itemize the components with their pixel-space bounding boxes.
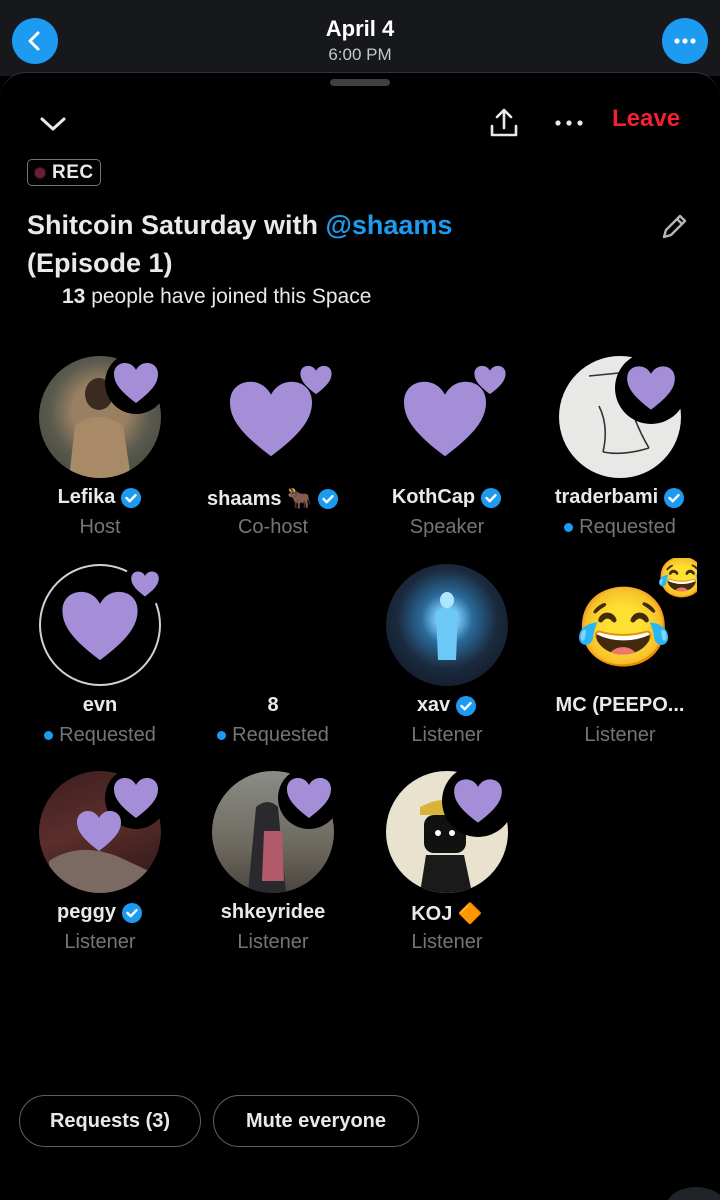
avatar xyxy=(386,765,514,893)
avatar: 😂 😂 xyxy=(559,558,697,686)
requested-dot-icon xyxy=(44,731,54,740)
heart-reaction-icon xyxy=(114,363,158,403)
recording-badge: REC xyxy=(27,159,101,186)
participant-lefika[interactable]: Lefika Host xyxy=(13,352,187,556)
heart-reaction-icon xyxy=(287,778,331,818)
participant-name: KOJ 🔶 xyxy=(411,903,483,925)
participant-peggy[interactable]: peggy Listener xyxy=(13,767,187,971)
mute-everyone-button[interactable]: Mute everyone xyxy=(213,1095,419,1147)
participant-role: Host xyxy=(79,516,121,538)
collapse-chevron-icon xyxy=(40,117,66,131)
requested-dot-icon xyxy=(217,731,227,740)
participant-shkeyridee[interactable]: shkeyridee Listener xyxy=(186,767,360,971)
requested-dot-icon xyxy=(564,523,574,532)
space-title: Shitcoin Saturday with @shaams (Episode … xyxy=(27,206,627,282)
requests-button[interactable]: Requests (3) xyxy=(19,1095,201,1147)
participant-role: Requested xyxy=(533,516,707,539)
participant-traderbami[interactable]: traderbami Requested xyxy=(533,352,707,556)
verified-badge-icon xyxy=(481,487,502,508)
avatar xyxy=(386,352,518,478)
joined-text: people have joined this Space xyxy=(85,285,372,308)
more-dots-icon xyxy=(555,120,583,126)
collapse-button[interactable] xyxy=(36,107,70,141)
participant-name: evn xyxy=(82,694,118,716)
participant-name: traderbami xyxy=(533,486,707,509)
title-handle-link[interactable]: @shaams xyxy=(326,210,453,240)
verified-badge-icon xyxy=(317,488,338,509)
participant-role: Listener xyxy=(64,931,136,953)
leave-button[interactable]: Leave xyxy=(612,105,680,133)
more-options-button[interactable] xyxy=(662,18,708,64)
heart-reaction-badge xyxy=(442,765,514,837)
more-dots-icon xyxy=(674,38,696,44)
date-time: April 4 6:00 PM xyxy=(0,16,720,65)
participant-role: Speaker xyxy=(409,516,485,538)
verified-badge-icon xyxy=(121,902,142,923)
heart-reaction-badge xyxy=(615,352,687,424)
time-label: 6:00 PM xyxy=(328,45,392,64)
participant-shaams[interactable]: shaams 🐂 Co-host xyxy=(186,352,360,556)
heart-reaction-icon xyxy=(454,779,502,823)
space-more-button[interactable] xyxy=(548,103,590,143)
participant-role: Listener xyxy=(411,724,483,746)
participant-evn[interactable]: evn Requested xyxy=(13,562,187,764)
participant-role: Requested xyxy=(13,724,187,747)
avatar xyxy=(386,564,508,686)
participant-kothcap[interactable]: KothCap Speaker xyxy=(360,352,534,556)
laughing-emoji-reaction-icon: 😂 xyxy=(657,558,697,598)
participant-name: shkeyridee xyxy=(220,901,326,923)
participant-8[interactable]: 8 Requested xyxy=(186,564,360,764)
participant-name: 8 xyxy=(267,694,279,716)
recording-label: REC xyxy=(52,161,94,183)
sheet-grabber[interactable] xyxy=(330,79,390,86)
participant-name: MC (PEEPO... xyxy=(555,694,685,716)
joined-number: 13 xyxy=(62,285,86,308)
participant-koj[interactable]: KOJ 🔶 Listener xyxy=(360,765,534,971)
avatar xyxy=(212,767,340,893)
heart-reaction-icon xyxy=(404,381,486,457)
mic-button-edge[interactable] xyxy=(666,1187,720,1200)
participant-xav[interactable]: xav Listener xyxy=(360,564,534,764)
avatar xyxy=(39,562,167,686)
title-suffix: (Episode 1) xyxy=(27,248,173,278)
share-button[interactable] xyxy=(484,103,524,143)
avatar xyxy=(212,352,344,478)
participant-name: peggy xyxy=(13,901,187,924)
participant-name: KothCap xyxy=(360,486,534,509)
edit-pencil-icon xyxy=(662,214,687,239)
participant-role: Co-host xyxy=(237,516,309,538)
verified-badge-icon xyxy=(121,487,142,508)
heart-reaction-icon xyxy=(230,381,312,457)
participant-role: Listener xyxy=(411,931,483,953)
avatar xyxy=(39,767,167,893)
laughing-emoji-icon: 😂 xyxy=(575,583,673,671)
verified-badge-icon xyxy=(456,695,477,716)
avatar-image xyxy=(386,564,508,686)
heart-reaction-badge xyxy=(278,767,340,829)
edit-title-button[interactable] xyxy=(656,209,692,245)
avatar xyxy=(559,352,687,478)
participant-role: Requested xyxy=(186,724,360,747)
title-prefix: Shitcoin Saturday with xyxy=(27,210,326,240)
heart-reaction-icon xyxy=(627,366,675,410)
date-label: April 4 xyxy=(325,16,395,41)
participant-name: Lefika xyxy=(13,486,187,509)
participant-name: shaams 🐂 xyxy=(186,486,360,511)
heart-reaction-badge xyxy=(105,352,167,414)
share-icon xyxy=(490,108,518,137)
heart-reaction-icon xyxy=(62,591,138,661)
participant-role: Listener xyxy=(584,724,656,746)
participant-name: xav xyxy=(360,694,534,717)
heart-reaction-icon xyxy=(77,811,121,851)
top-bar: April 4 6:00 PM xyxy=(0,0,720,76)
avatar xyxy=(212,564,334,686)
joined-count: 13 people have joined this Space xyxy=(62,285,371,309)
avatar xyxy=(39,352,167,478)
verified-badge-icon xyxy=(664,487,685,508)
recording-dot-icon xyxy=(34,166,46,179)
space-sheet: Leave REC Shitcoin Saturday with @shaams… xyxy=(0,72,720,1200)
participant-role: Listener xyxy=(237,931,309,953)
participant-mc-peepo[interactable]: 😂 😂 MC (PEEPO... Listener xyxy=(533,558,707,764)
